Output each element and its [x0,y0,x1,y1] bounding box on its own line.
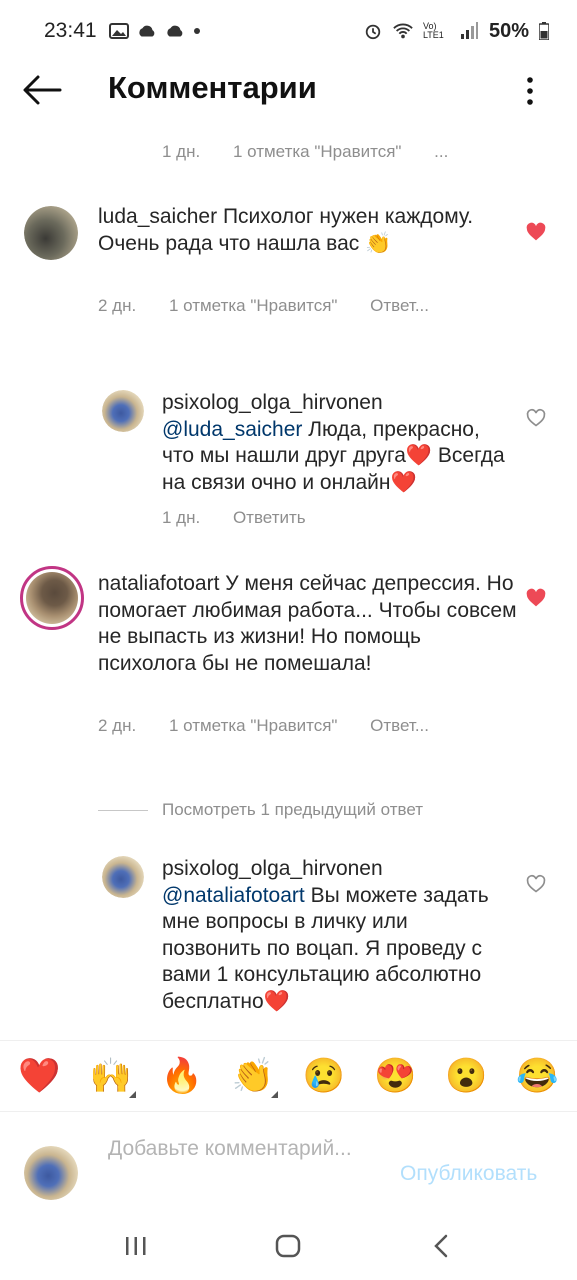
comment-text: luda_saicher Психолог нужен каждому. Оче… [98,204,518,257]
cloud-download-icon [138,25,154,37]
avatar-story-ring[interactable] [20,566,84,630]
page-title: Комментарии [108,70,317,105]
heart-liked-icon[interactable] [526,222,546,242]
cloud-icon [166,25,182,37]
emoji-fire-button[interactable]: 🔥 [157,1056,207,1096]
system-nav-bar [0,1212,577,1280]
publish-button[interactable]: Опубликовать [400,1162,537,1186]
battery-icon [539,22,549,40]
likes-count-link[interactable]: 1 отметка "Нравится" [233,142,401,161]
comment-text: nataliafotoart У меня сейчас депрессия. … [98,571,518,677]
recent-apps-button[interactable] [111,1226,161,1266]
skin-tone-indicator-icon [270,1091,278,1098]
emoji-surprised-button[interactable]: 😮 [441,1056,491,1096]
network-label: Vo) LTE1 [422,21,444,40]
emoji-crying-button[interactable]: 😢 [299,1056,349,1096]
avatar[interactable] [102,390,144,432]
reply-link[interactable]: Ответ... [370,716,429,735]
avatar[interactable] [102,856,144,898]
comments-list[interactable]: 1 дн. 1 отметка "Нравится" ... luda_saic… [0,118,577,1040]
emoji-clap-button[interactable]: 👏 [228,1056,278,1098]
home-icon [276,1234,301,1258]
comment-time: 2 дн. [98,716,137,735]
divider-line [98,809,148,811]
likes-count-link[interactable]: 1 отметка "Нравится" [169,296,337,315]
likes-count-link[interactable]: 1 отметка "Нравится" [169,716,337,735]
emoji-heart-eyes-button[interactable]: 😍 [370,1056,420,1096]
comment-composer: Добавьте комментарий... Опубликовать [0,1112,577,1212]
own-avatar [24,1146,78,1200]
home-button[interactable] [263,1226,313,1266]
emoji-quick-bar: ❤️ 🙌 🔥 👏 😢 😍 😮 😂 [0,1040,577,1112]
comment-meta: 1 дн. 1 отметка "Нравится" ... [162,142,476,162]
heart-liked-icon[interactable] [526,588,546,608]
gallery-icon [108,23,129,39]
dot-icon [193,28,200,34]
battery-percent: 50% [488,19,529,42]
comment-time: 1 дн. [162,142,201,161]
comment-input[interactable]: Добавьте комментарий... [108,1136,378,1162]
comment-username[interactable]: psixolog_olga_hirvonen [162,857,383,880]
more-link[interactable]: ... [434,142,448,161]
emoji-clap-icon: 👏 [231,1057,275,1095]
reply-link[interactable]: Ответ... [370,296,429,315]
recent-apps-icon [126,1237,146,1255]
comment-meta: 2 дн. 1 отметка "Нравится" Ответ... [98,296,457,316]
notification-icons [108,22,201,40]
view-replies-label: Посмотреть 1 предыдущий ответ [162,800,424,819]
status-time: 23:41 [44,19,97,42]
comment-text: psixolog_olga_hirvonen @nataliafotoart В… [162,856,492,1015]
comment-username[interactable]: nataliafotoart [98,572,219,595]
comment-username[interactable]: psixolog_olga_hirvonen [162,391,383,414]
back-chevron-icon [434,1234,448,1258]
avatar[interactable] [24,206,78,260]
header: Комментарии [0,62,577,118]
back-nav-button[interactable] [416,1226,466,1266]
signal-icon [460,22,478,39]
skin-tone-indicator-icon [128,1091,136,1098]
comment-time: 2 дн. [98,296,137,315]
reply-link[interactable]: Ответить [233,508,306,527]
mention-link[interactable]: @luda_saicher [162,418,302,441]
comment-username[interactable]: luda_saicher [98,205,217,228]
emoji-raised-hands-icon: 🙌 [89,1057,132,1095]
comment-meta: 2 дн. 1 отметка "Нравится" Ответ... [98,716,457,736]
more-options-icon[interactable] [518,74,542,108]
mention-link[interactable]: @nataliafotoart [162,884,305,907]
alarm-icon [365,24,381,40]
comment-meta: 1 дн. Ответить [162,508,334,528]
back-arrow-icon[interactable] [22,74,62,106]
status-right: Vo) LTE1 50% [363,20,549,43]
emoji-heart-button[interactable]: ❤️ [15,1056,65,1096]
wifi-icon [393,23,413,39]
heart-outline-icon[interactable] [526,408,546,428]
emoji-raised-hands-button[interactable]: 🙌 [86,1056,136,1098]
heart-outline-icon[interactable] [526,874,546,894]
emoji-laughing-button[interactable]: 😂 [512,1056,562,1096]
status-bar: 23:41 Vo) LTE1 50% [0,0,577,62]
comment-time: 1 дн. [162,508,201,527]
comment-text: psixolog_olga_hirvonen @luda_saicher Люд… [162,390,512,496]
view-previous-replies[interactable]: Посмотреть 1 предыдущий ответ [98,800,423,820]
